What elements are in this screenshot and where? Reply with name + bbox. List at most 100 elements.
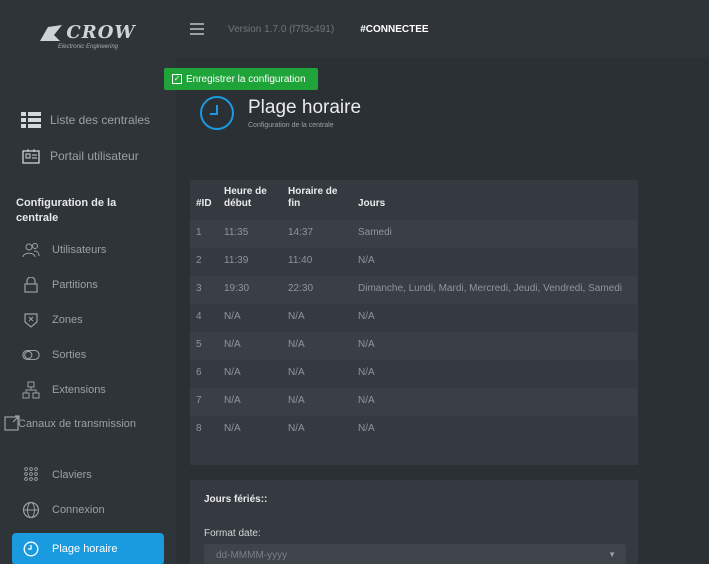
keypad-icon (22, 466, 40, 484)
cell-days: N/A (352, 416, 638, 444)
cell-start: N/A (218, 388, 282, 416)
cell-id: 4 (190, 304, 218, 332)
cell-id: 7 (190, 388, 218, 416)
holidays-title: Jours fériés:: (204, 494, 268, 505)
cell-days: N/A (352, 388, 638, 416)
brand-name: CROW (66, 22, 136, 43)
sidebar-item-label: Plage horaire (52, 543, 118, 555)
cell-days: N/A (352, 332, 638, 360)
sidebar-item-extensions[interactable]: Extensions (0, 372, 176, 407)
col-header-days: Jours (358, 198, 386, 209)
cell-days: Dimanche, Lundi, Mardi, Mercredi, Jeudi,… (352, 276, 638, 304)
cell-id: 6 (190, 360, 218, 388)
chevron-down-icon: ▼ (608, 550, 616, 559)
connection-status: #CONNECTEE (360, 23, 429, 35)
sidebar-item-zones[interactable]: Zones (0, 302, 176, 337)
brand-logo[interactable]: CROW Electronic Engineering (0, 0, 176, 72)
date-format-label: Format date: (204, 528, 261, 539)
table-row[interactable]: 4 N/A N/A N/A (190, 304, 638, 332)
page-header: Plage horaire Configuration de la centra… (200, 96, 361, 130)
list-icon (20, 109, 42, 131)
cell-end: 11:40 (282, 248, 352, 276)
cell-start: N/A (218, 416, 282, 444)
users-icon (22, 241, 40, 259)
page-subtitle: Configuration de la centrale (248, 122, 334, 129)
clock-icon (22, 540, 40, 558)
cell-id: 8 (190, 416, 218, 444)
cell-days: N/A (352, 304, 638, 332)
date-format-select[interactable]: dd-MMMM-yyyy ▼ (204, 544, 626, 564)
sidebar-item-label: Claviers (52, 468, 92, 481)
sidebar-item-utilisateurs[interactable]: Utilisateurs (0, 232, 176, 267)
cell-end: 22:30 (282, 276, 352, 304)
sidebar-item-canaux[interactable]: Canaux de transmission (0, 407, 176, 451)
sidebar-item-connexion[interactable]: Connexion (0, 492, 176, 527)
cell-start: 19:30 (218, 276, 282, 304)
col-header-id: #ID (196, 198, 212, 209)
table-row[interactable]: 1 11:35 14:37 Samedi (190, 220, 638, 248)
clock-header-icon (200, 96, 234, 130)
cell-id: 5 (190, 332, 218, 360)
col-header-start: Heure de début (224, 186, 267, 209)
top-bar: Version 1.7.0 (f7f3c491) #CONNECTEE (176, 0, 709, 58)
portal-icon (20, 145, 42, 167)
sidebar-item-label: Canaux de transmission (18, 418, 137, 430)
cell-id: 2 (190, 248, 218, 276)
sidebar-link-centrales[interactable]: Liste des centrales (0, 102, 176, 138)
globe-icon (22, 501, 40, 519)
cell-days: N/A (352, 248, 638, 276)
table-row[interactable]: 8 N/A N/A N/A (190, 416, 638, 444)
sidebar-link-portail[interactable]: Portail utilisateur (0, 138, 176, 174)
table-row[interactable]: 5 N/A N/A N/A (190, 332, 638, 360)
partitions-icon (22, 276, 40, 294)
brand-tagline: Electronic Engineering (57, 44, 119, 50)
sidebar-item-label: Connexion (52, 503, 105, 516)
cell-end: N/A (282, 360, 352, 388)
version-label: Version 1.7.0 (f7f3c491) (228, 23, 335, 35)
cell-start: N/A (218, 304, 282, 332)
date-format-value: dd-MMMM-yyyy (216, 550, 288, 561)
table-row[interactable]: 6 N/A N/A N/A (190, 360, 638, 388)
sidebar-item-label: Partitions (52, 278, 98, 291)
sidebar-item-claviers[interactable]: Claviers (0, 457, 176, 492)
sidebar-item-sorties[interactable]: Sorties (0, 337, 176, 372)
cell-days: Samedi (352, 220, 638, 248)
cell-start: 11:39 (218, 248, 282, 276)
sidebar-link-label: Portail utilisateur (50, 149, 139, 163)
schedule-panel: #ID Heure de début Horaire de fin Jours … (190, 180, 638, 465)
outputs-icon (22, 346, 40, 364)
sidebar: CROW Electronic Engineering Liste des ce… (0, 0, 176, 564)
sidebar-link-label: Liste des centrales (50, 113, 151, 127)
cell-end: N/A (282, 416, 352, 444)
cell-start: 11:35 (218, 220, 282, 248)
menu-icon[interactable] (190, 23, 204, 35)
sidebar-item-plage-horaire[interactable]: Plage horaire (12, 533, 164, 564)
page-title: Plage horaire (248, 97, 362, 118)
cell-id: 3 (190, 276, 218, 304)
schedule-table: #ID Heure de début Horaire de fin Jours … (190, 180, 638, 444)
sidebar-item-partitions[interactable]: Partitions (0, 267, 176, 302)
extensions-icon (22, 381, 40, 399)
check-square-icon: ✓ (172, 74, 182, 84)
table-row[interactable]: 7 N/A N/A N/A (190, 388, 638, 416)
zones-icon (22, 311, 40, 329)
save-button-label: Enregistrer la configuration (186, 73, 306, 85)
table-header-row: #ID Heure de début Horaire de fin Jours (190, 180, 638, 220)
crow-logo-icon (40, 25, 63, 41)
col-header-end: Horaire de fin (288, 186, 338, 209)
sidebar-item-label: Utilisateurs (52, 243, 107, 256)
sidebar-item-label: Sorties (52, 348, 87, 361)
cell-end: 14:37 (282, 220, 352, 248)
cell-end: N/A (282, 332, 352, 360)
cell-start: N/A (218, 332, 282, 360)
cell-id: 1 (190, 220, 218, 248)
holidays-panel: Jours fériés:: Format date: dd-MMMM-yyyy… (190, 480, 638, 564)
table-row[interactable]: 3 19:30 22:30 Dimanche, Lundi, Mardi, Mercr… (190, 276, 638, 304)
cell-end: N/A (282, 388, 352, 416)
save-configuration-button[interactable]: ✓ Enregistrer la configuration (164, 68, 318, 90)
cell-days: N/A (352, 360, 638, 388)
sidebar-section-title: Configuration de la centrale (16, 197, 117, 224)
sidebar-item-label: Zones (52, 313, 83, 326)
table-row[interactable]: 2 11:39 11:40 N/A (190, 248, 638, 276)
sidebar-item-label: Extensions (52, 383, 106, 396)
